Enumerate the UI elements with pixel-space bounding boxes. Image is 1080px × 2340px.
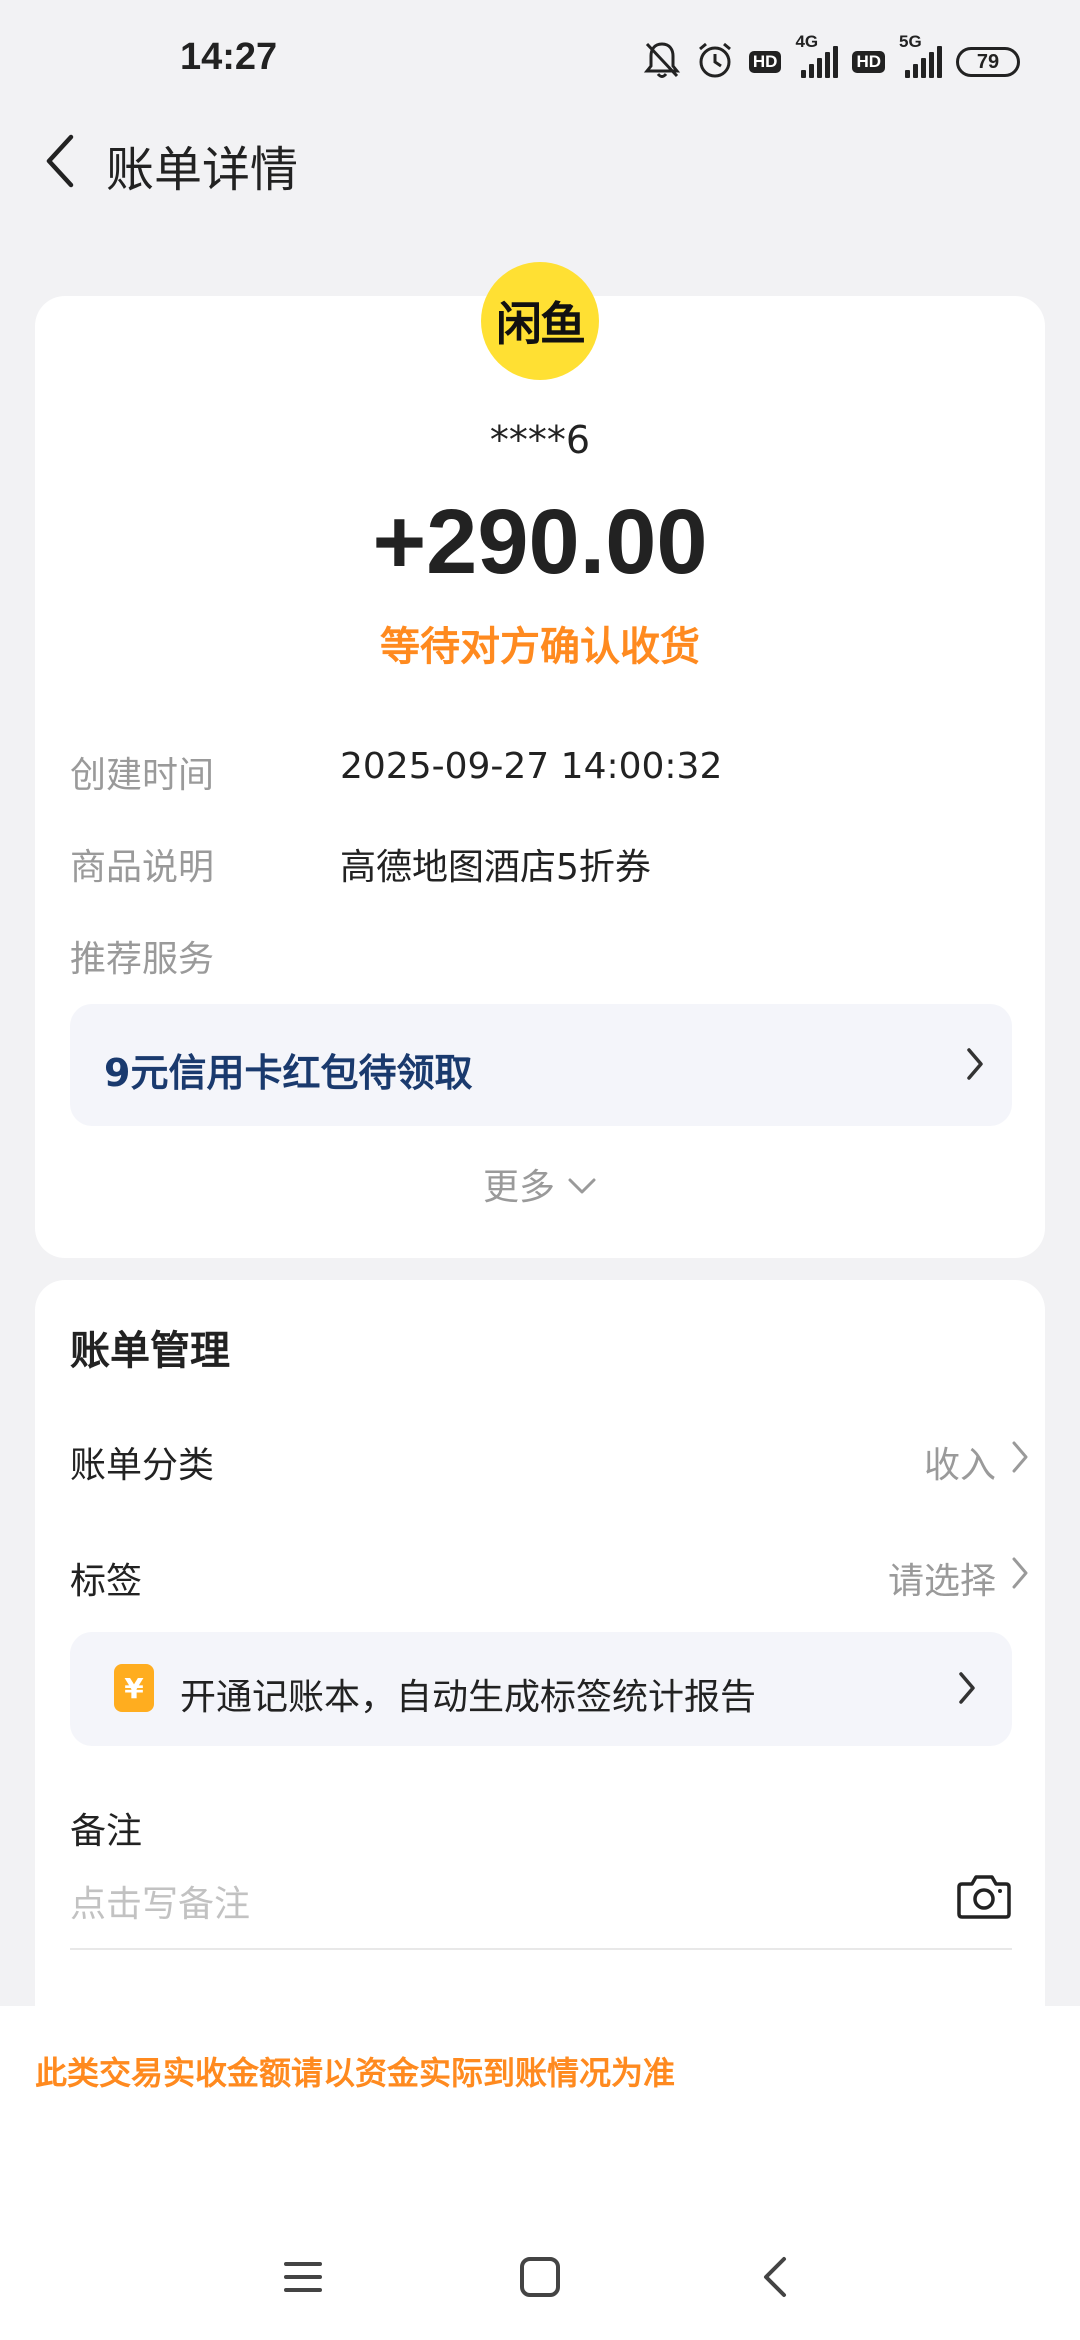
battery-icon: 79 [956, 47, 1020, 77]
page-title: 账单详情 [106, 142, 299, 198]
chevron-left-icon [43, 133, 77, 193]
transaction-status: 等待对方确认收货 [380, 624, 700, 670]
logo-text: 闲鱼 [496, 297, 586, 351]
hd-badge: HD [748, 51, 782, 73]
remark-input[interactable] [70, 1874, 870, 1934]
network-type: 4G [795, 32, 819, 51]
status-bar: 14:27 HD 4G HD 5G 79 [0, 0, 1080, 120]
notebook-banner[interactable]: ¥ 开通记账本，自动生成标签统计报告 [70, 1632, 1012, 1746]
nav-back-button[interactable] [740, 2244, 810, 2314]
battery-level: 79 [976, 50, 1000, 73]
home-square-icon [519, 2256, 561, 2302]
tag-label: 标签 [70, 1561, 143, 1602]
chevron-right-icon [1010, 1556, 1030, 1594]
bell-off-icon [643, 40, 681, 84]
created-time-value: 2025-09-27 14:00:32 [340, 746, 723, 787]
notebook-text: 开通记账本，自动生成标签统计报告 [180, 1677, 757, 1718]
remark-label: 备注 [70, 1811, 143, 1852]
back-triangle-icon [760, 2255, 790, 2303]
camera-icon[interactable] [956, 1870, 1012, 1922]
network-type: 5G [899, 32, 922, 51]
alarm-icon [695, 40, 735, 84]
coupon-icon-symbol: ¥ [124, 1671, 144, 1705]
home-button[interactable] [505, 2244, 575, 2314]
tag-value: 请选择 [887, 1561, 996, 1602]
recommended-service-label: 推荐服务 [70, 939, 215, 980]
chevron-right-icon [952, 1668, 982, 1708]
category-value: 收入 [923, 1445, 996, 1486]
account-name: ****6 [489, 418, 591, 462]
bill-manage-title: 账单管理 [70, 1328, 230, 1374]
system-nav-bar [0, 2230, 1080, 2320]
created-time-label: 创建时间 [70, 755, 215, 796]
promo-banner[interactable]: 9元信用卡红包待领取 [70, 1004, 1012, 1126]
product-desc-label: 商品说明 [70, 847, 215, 888]
more-button[interactable]: 更多 [0, 1158, 1080, 1210]
chevron-down-icon [567, 1164, 597, 1205]
more-label: 更多 [482, 1167, 555, 1208]
header: 账单详情 [0, 110, 1080, 210]
menu-button[interactable] [268, 2244, 338, 2314]
signal-icon: 4G [795, 32, 839, 78]
chevron-right-icon [1010, 1440, 1030, 1478]
back-button[interactable] [30, 128, 90, 198]
product-desc-value: 高德地图酒店5折券 [340, 847, 651, 888]
menu-icon [283, 2259, 323, 2299]
category-label: 账单分类 [70, 1445, 215, 1486]
merchant-logo: 闲鱼 [481, 262, 599, 380]
signal-icon: 5G [899, 32, 942, 78]
status-icons: HD 4G HD 5G 79 [643, 32, 1020, 84]
amount: +290.00 [372, 491, 708, 593]
hd-badge: HD [852, 51, 885, 73]
status-time: 14:27 [180, 36, 278, 78]
chevron-right-icon [960, 1044, 990, 1084]
promo-text: 9元信用卡红包待领取 [104, 1051, 473, 1095]
divider [70, 1948, 1012, 1950]
notice-text: 此类交易实收金额请以资金实际到账情况为准 [35, 2054, 676, 2092]
coupon-icon: ¥ [114, 1664, 154, 1712]
